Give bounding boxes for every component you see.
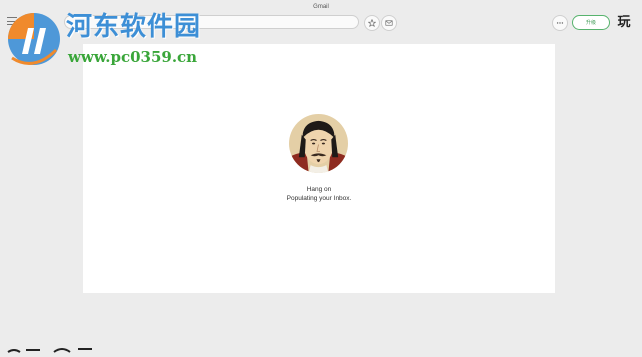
more-dots-icon [556,22,564,24]
watermark-title: 河东软件园 [66,12,202,42]
star-icon [368,19,376,27]
mail-button[interactable] [381,15,397,31]
more-button[interactable] [552,15,568,31]
loading-title: Hang on [306,186,332,193]
bottom-cropped-glyphs [7,348,92,353]
loading-card: Hang on Populating your Inbox. [83,44,555,293]
avatar-portrait-image [289,114,348,173]
avatar [289,114,348,173]
corner-app-glyph[interactable]: 玩 [614,14,634,32]
star-button[interactable] [364,15,380,31]
upgrade-button[interactable]: 升级 [572,15,610,30]
watermark-logo-icon [8,13,60,65]
loading-subtitle: Populating your Inbox. [286,195,352,202]
watermark-url: www.pc0359.cn [68,48,198,66]
mail-icon [385,20,393,26]
